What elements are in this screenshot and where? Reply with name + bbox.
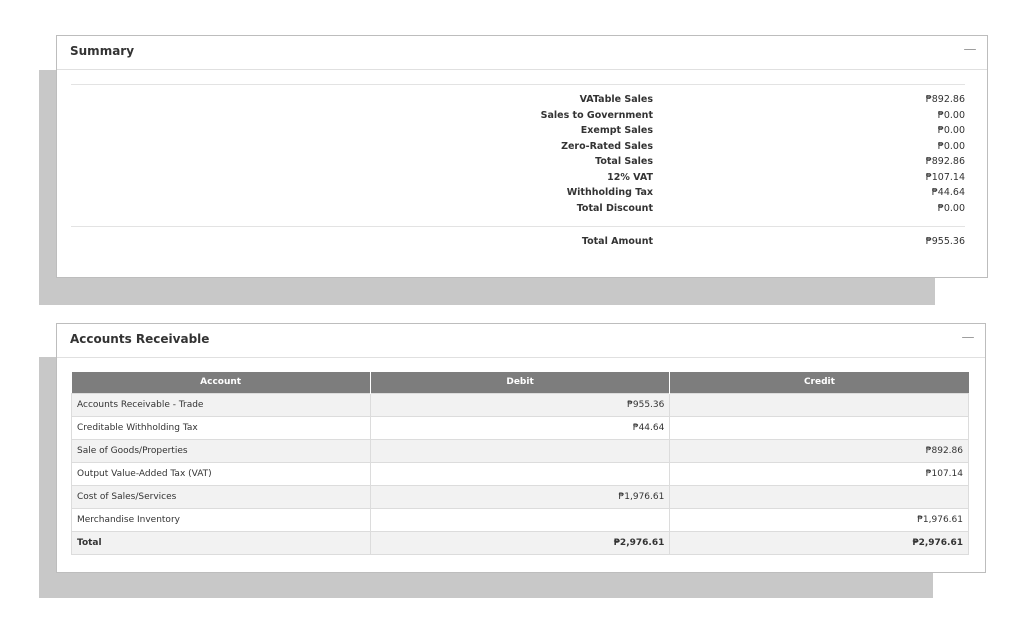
summary-collapse-button[interactable]: —: [963, 42, 977, 57]
summary-row-zero-rated-sales: Zero-Rated Sales ₱0.00: [71, 141, 965, 156]
column-header-debit[interactable]: Debit: [370, 372, 671, 393]
credit-cell: [669, 392, 969, 417]
table-total-row: Total ₱2,976.61 ₱2,976.61: [71, 530, 969, 555]
summary-value: ₱44.64: [931, 187, 965, 198]
debit-cell: ₱44.64: [369, 415, 671, 440]
account-cell: Cost of Sales/Services: [71, 484, 371, 509]
account-cell: Merchandise Inventory: [71, 507, 371, 532]
credit-cell: ₱1,976.61: [669, 507, 969, 532]
total-credit-cell: ₱2,976.61: [669, 530, 969, 555]
summary-row-total-sales: Total Sales ₱892.86: [71, 156, 965, 171]
summary-label: Exempt Sales: [580, 125, 653, 136]
column-header-credit[interactable]: Credit: [669, 372, 969, 393]
summary-label: Zero-Rated Sales: [561, 140, 653, 152]
table-row: Output Value-Added Tax (VAT) ₱107.14: [71, 461, 969, 486]
debit-cell: ₱1,976.61: [369, 484, 671, 509]
ar-panel-header: Accounts Receivable —: [57, 324, 985, 358]
summary-total-value: ₱955.36: [925, 236, 965, 247]
credit-cell: ₱892.86: [669, 438, 969, 463]
debit-cell: [369, 461, 671, 486]
column-header-account[interactable]: Account: [71, 372, 371, 393]
account-cell: Creditable Withholding Tax: [71, 415, 371, 440]
credit-cell: [669, 415, 969, 440]
summary-row-withholding-tax: Withholding Tax ₱44.64: [71, 187, 965, 202]
summary-row-total-amount: Total Amount ₱955.36: [71, 236, 965, 251]
credit-cell: [669, 484, 969, 509]
summary-value: ₱892.86: [925, 94, 965, 105]
table-row: Accounts Receivable - Trade ₱955.36: [71, 392, 969, 417]
table-header-row: Account Debit Credit: [71, 372, 969, 393]
summary-panel: Summary — VATable Sales ₱892.86 Sales to…: [56, 35, 988, 278]
ar-title: Accounts Receivable: [70, 332, 210, 346]
account-cell: Sale of Goods/Properties: [71, 438, 371, 463]
summary-row-sales-to-government: Sales to Government ₱0.00: [71, 110, 965, 125]
summary-label: Sales to Government: [540, 109, 653, 121]
table-row: Cost of Sales/Services ₱1,976.61: [71, 484, 969, 509]
summary-title: Summary: [70, 44, 135, 58]
summary-total-divider: [71, 226, 965, 227]
summary-total-label: Total Amount: [581, 236, 653, 247]
account-cell: Accounts Receivable - Trade: [71, 392, 371, 417]
table-row: Merchandise Inventory ₱1,976.61: [71, 507, 969, 532]
ar-collapse-button[interactable]: —: [961, 330, 975, 345]
summary-row-vatable-sales: VATable Sales ₱892.86: [71, 94, 965, 109]
summary-value: ₱892.86: [925, 156, 965, 167]
summary-label: Withholding Tax: [566, 187, 653, 198]
summary-row-vat: 12% VAT ₱107.14: [71, 172, 965, 187]
summary-value: ₱0.00: [937, 140, 965, 152]
accounts-receivable-table: Account Debit Credit Accounts Receivable…: [71, 372, 969, 555]
summary-panel-header: Summary —: [57, 36, 987, 70]
table-row: Sale of Goods/Properties ₱892.86: [71, 438, 969, 463]
summary-row-total-discount: Total Discount ₱0.00: [71, 203, 965, 218]
summary-label: Total Sales: [595, 156, 653, 167]
summary-label: 12% VAT: [607, 171, 653, 183]
debit-cell: ₱955.36: [369, 392, 671, 417]
summary-top-divider: [71, 84, 965, 85]
credit-cell: ₱107.14: [669, 461, 969, 486]
table-row: Creditable Withholding Tax ₱44.64: [71, 415, 969, 440]
summary-row-exempt-sales: Exempt Sales ₱0.00: [71, 125, 965, 140]
summary-label: Total Discount: [576, 202, 653, 214]
accounts-receivable-panel: Accounts Receivable — Account Debit Cred…: [56, 323, 986, 573]
summary-value: ₱107.14: [925, 171, 965, 183]
account-cell: Output Value-Added Tax (VAT): [71, 461, 371, 486]
debit-cell: [369, 507, 671, 532]
total-debit-cell: ₱2,976.61: [369, 530, 671, 555]
summary-label: VATable Sales: [579, 94, 653, 105]
summary-value: ₱0.00: [937, 202, 965, 214]
summary-value: ₱0.00: [937, 125, 965, 136]
total-account-cell: Total: [71, 530, 371, 555]
summary-value: ₱0.00: [937, 109, 965, 121]
debit-cell: [369, 438, 671, 463]
